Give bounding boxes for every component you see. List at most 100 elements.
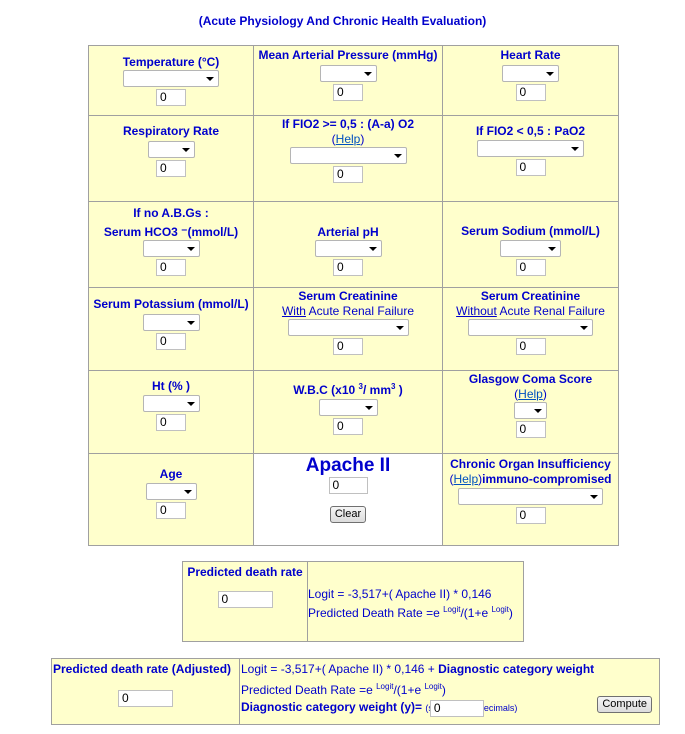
fio2-help-link[interactable]: Help	[336, 132, 361, 146]
chevron-down-icon	[368, 247, 377, 251]
chevron-down-icon	[548, 247, 556, 251]
ht-select[interactable]	[142, 395, 200, 412]
weight-row: Diagnostic category weight (y)= (s0ecima…	[240, 700, 659, 717]
predicted-formula-cell: Logit = -3,517+( Apache II) * 0,146 Pred…	[307, 561, 524, 642]
page-title: (Acute Physiology And Chronic Health Eva…	[198, 14, 487, 28]
ht-score-input[interactable]: 0	[156, 414, 186, 431]
logit-formula: Logit = -3,517+( Apache II) * 0,146	[308, 587, 492, 601]
cell-wbc: W.B.C (x10 3/ mm3 ) 0	[253, 370, 443, 454]
predicted-cell: Predicted death rate 0	[182, 561, 308, 642]
fio2-low-select[interactable]	[477, 140, 584, 157]
wbc-select[interactable]	[318, 399, 378, 416]
adjusted-label: Predicted death rate (Adjusted)	[53, 662, 232, 676]
predicted-death-rate-table: Predicted death rate 0 Logit = -3,517+( …	[182, 561, 524, 642]
formula-text: /(1+e	[460, 606, 492, 620]
cell-age: Age 0	[88, 453, 254, 546]
adjusted-death-rate-input[interactable]: 0	[118, 690, 173, 707]
wbc-label-post: )	[395, 383, 403, 397]
heart-rate-score-input[interactable]: 0	[515, 84, 546, 101]
wbc-label-pre: W.B.C (x10	[293, 383, 359, 397]
chevron-down-icon	[534, 409, 542, 413]
creat-noarf-score-input[interactable]: 0	[515, 338, 546, 355]
creat-noarf-select[interactable]	[468, 319, 593, 336]
hco3-score-input[interactable]: 0	[156, 259, 186, 276]
chevron-down-icon	[364, 406, 373, 410]
ph-select[interactable]	[314, 240, 382, 257]
cell-resp-rate: Respiratory Rate 0	[88, 115, 254, 202]
fio2-high-label: If FIO2 >= 0,5 : (A-a) O2	[281, 117, 415, 131]
heart-rate-label: Heart Rate	[500, 48, 561, 62]
hco3-label-line1: If no A.B.Gs :	[133, 206, 209, 220]
gcs-help-link[interactable]: Help	[518, 387, 543, 401]
predicted-label: Predicted death rate	[187, 565, 303, 579]
ph-score-input[interactable]: 0	[333, 259, 363, 276]
heart-rate-select[interactable]	[502, 65, 559, 82]
cell-apache-total: Apache II 0 Clear	[253, 453, 443, 546]
cell-map: Mean Arterial Pressure (mmHg) 0	[253, 45, 443, 116]
adjusted-death-rate-table: Predicted death rate (Adjusted) 0 Logit …	[51, 658, 660, 725]
chevron-down-icon	[395, 326, 404, 330]
wbc-label: W.B.C (x10 3/ mm3 )	[254, 379, 442, 398]
ph-label: Arterial pH	[317, 225, 379, 239]
resp-rate-select[interactable]	[147, 141, 195, 158]
chevron-down-icon	[571, 147, 579, 151]
hco3-select[interactable]	[142, 240, 200, 257]
fio2-low-label: If FIO2 < 0,5 : PaO2	[475, 124, 586, 138]
map-select[interactable]	[319, 65, 377, 82]
potassium-select[interactable]	[142, 314, 200, 331]
clear-button[interactable]: Clear	[329, 506, 367, 523]
resp-rate-score-input[interactable]: 0	[156, 160, 186, 177]
fio2-high-select[interactable]	[289, 147, 407, 164]
formula-text: )	[508, 606, 513, 620]
weight-input[interactable]: 0	[429, 700, 484, 717]
creat-arf-score-input[interactable]: 0	[333, 338, 363, 355]
apache-title: Apache II	[305, 455, 391, 476]
cell-hco3: If no A.B.Gs : Serum HCO3 ⁻(mmol/L) 0	[88, 201, 254, 288]
sodium-select[interactable]	[500, 240, 561, 257]
arf-label: Acute Renal Failure	[496, 304, 605, 318]
cell-fio2-high: If FIO2 >= 0,5 : (A-a) O2 (Help) 0	[253, 115, 443, 202]
sodium-label: Serum Sodium (mmol/L)	[461, 224, 600, 238]
cell-creat-noarf: Serum Creatinine Without Acute Renal Fai…	[442, 287, 619, 371]
ht-label: Ht (% )	[152, 379, 190, 393]
apache-total-input[interactable]: 0	[328, 477, 368, 494]
potassium-label: Serum Potassium (mmol/L)	[93, 297, 249, 311]
paren: )	[542, 387, 547, 401]
temperature-select[interactable]	[123, 70, 219, 87]
formula-sup: Logit	[376, 682, 394, 691]
chevron-down-icon	[186, 321, 195, 325]
wbc-score-input[interactable]: 0	[333, 418, 363, 435]
cell-ph: Arterial pH 0	[253, 201, 443, 288]
map-label: Mean Arterial Pressure (mmHg)	[258, 48, 438, 62]
temperature-score-input[interactable]: 0	[156, 89, 186, 106]
weight-hint: ecimals)	[483, 703, 518, 713]
hco3-label-line2: Serum HCO3 ⁻(mmol/L)	[103, 225, 239, 239]
age-select[interactable]	[145, 483, 197, 500]
death-rate-formula: Predicted Death Rate =e Logit/(1+e Logit…	[308, 602, 523, 621]
chronic-help-link[interactable]: Help	[453, 472, 478, 486]
gcs-select[interactable]	[514, 402, 547, 419]
resp-rate-label: Respiratory Rate	[122, 124, 220, 138]
age-score-input[interactable]: 0	[156, 502, 186, 519]
formula-text: Predicted Death Rate =e	[308, 606, 444, 620]
chronic-select[interactable]	[458, 488, 603, 505]
adjusted-logit-formula: Logit = -3,517+( Apache II) * 0,146 + Di…	[240, 662, 659, 677]
adjusted-formula-cell: Logit = -3,517+( Apache II) * 0,146 + Di…	[239, 658, 660, 725]
cell-chronic: Chronic Organ Insufficiency (Help)immuno…	[442, 453, 619, 546]
fio2-high-score-input[interactable]: 0	[333, 166, 363, 183]
fio2-low-score-input[interactable]: 0	[515, 159, 546, 176]
potassium-score-input[interactable]: 0	[156, 333, 186, 350]
map-score-input[interactable]: 0	[333, 84, 363, 101]
cell-sodium: Serum Sodium (mmol/L) 0	[442, 201, 619, 288]
predicted-death-rate-input[interactable]: 0	[217, 591, 273, 608]
creat-arf-select[interactable]	[287, 319, 409, 336]
sodium-score-input[interactable]: 0	[515, 259, 546, 276]
gcs-score-input[interactable]: 0	[515, 421, 546, 438]
chronic-score-input[interactable]: 0	[515, 507, 546, 524]
compute-button[interactable]: Compute	[597, 696, 652, 713]
arf-label: Acute Renal Failure	[305, 304, 415, 318]
gcs-label: Glasgow Coma Score	[468, 372, 593, 386]
cell-heart-rate: Heart Rate 0	[442, 45, 619, 116]
immuno-label: immuno-compromised	[482, 472, 612, 486]
chevron-down-icon	[580, 326, 588, 330]
